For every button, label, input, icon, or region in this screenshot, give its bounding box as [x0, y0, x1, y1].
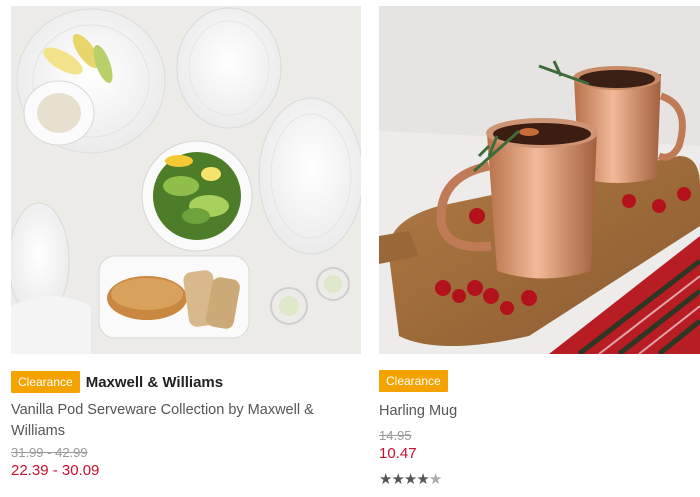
sale-price: 10.47: [379, 445, 417, 462]
star-full-icon: ★: [416, 471, 429, 488]
product-title[interactable]: Harling Mug: [379, 401, 700, 422]
star-rating[interactable]: ★ ★ ★ ★ ★: [379, 470, 700, 488]
star-full-icon: ★: [391, 471, 404, 488]
star-half-icon: ★: [428, 471, 442, 488]
sale-price: 22.39 - 30.09: [11, 462, 100, 479]
original-price: 14.95: [379, 428, 412, 443]
original-price: 31.99 - 42.99: [11, 445, 88, 460]
brand-name[interactable]: Maxwell & Williams: [86, 374, 223, 391]
clearance-badge: Clearance: [11, 371, 80, 393]
clearance-badge: Clearance: [379, 370, 448, 392]
product-image-harling-mug[interactable]: [379, 6, 700, 354]
star-full-icon: ★: [379, 471, 392, 488]
star-full-icon: ★: [403, 471, 417, 488]
product-info-harling-mug: Clearance Harling Mug 14.95 10.47 ★ ★ ★ ★ ★: [379, 370, 700, 488]
product-image-serveware[interactable]: [11, 6, 361, 354]
tableware-photo: [11, 6, 361, 354]
copper-mug-photo: [379, 6, 700, 354]
product-info-serveware: Clearance Maxwell & Williams Vanilla Pod…: [11, 371, 361, 479]
badge-row: Clearance Maxwell & Williams: [11, 371, 361, 393]
product-card-serveware[interactable]: Clearance Maxwell & Williams Vanilla Pod…: [11, 6, 361, 479]
product-title[interactable]: Vanilla Pod Serveware Collection by Maxw…: [11, 400, 361, 442]
badge-row: Clearance: [379, 370, 700, 392]
product-card-harling-mug[interactable]: Clearance Harling Mug 14.95 10.47 ★ ★ ★ ★ ★: [379, 6, 700, 488]
